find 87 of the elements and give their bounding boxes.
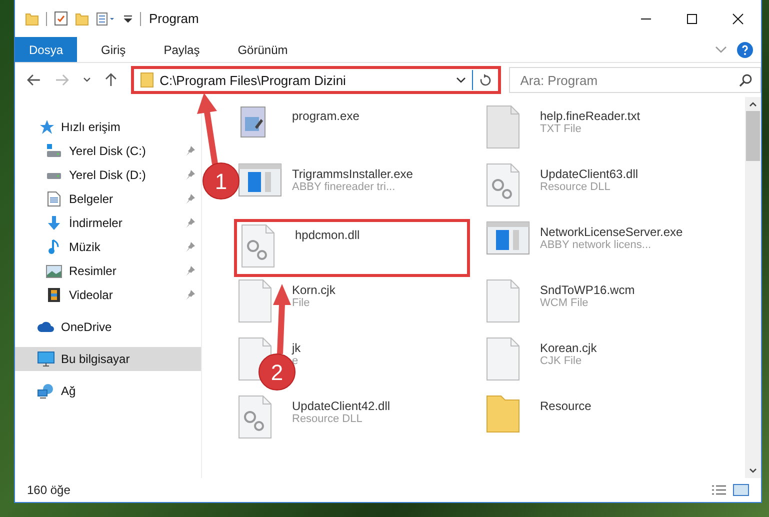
file-type: CJK File (540, 355, 583, 367)
file-type: TXT File (540, 123, 582, 135)
scroll-down-icon[interactable] (749, 468, 757, 474)
network-icon (37, 383, 55, 399)
scrollbar[interactable] (745, 97, 761, 478)
pin-icon[interactable] (185, 242, 195, 252)
file-type: ABBY finereader tri... (292, 181, 396, 193)
document-icon (47, 191, 61, 207)
search-field[interactable]: Ara: Program (509, 67, 761, 93)
drive-icon (46, 144, 62, 158)
minimize-icon (640, 18, 652, 20)
file-name[interactable]: NetworkLicenseServer.exe (540, 225, 683, 239)
file-type: ABBY network licens... (540, 239, 652, 251)
refresh-icon[interactable] (479, 74, 492, 86)
down-arrow-icon (47, 215, 61, 231)
file-type: File (292, 297, 311, 309)
large-icons-view-icon[interactable] (733, 484, 749, 496)
close-icon (732, 12, 744, 24)
picture-icon (46, 264, 62, 278)
window-icon[interactable] (238, 163, 282, 197)
scroll-thumb[interactable] (746, 111, 760, 161)
back-arrow-icon[interactable] (27, 74, 41, 86)
film-icon (47, 287, 61, 303)
item-count: 160 öğe (27, 483, 70, 497)
folder-icon[interactable] (486, 395, 520, 433)
file-name[interactable]: program.exe (292, 109, 360, 123)
file-name[interactable]: UpdateClient63.dll (540, 167, 638, 181)
file-type: e (292, 355, 300, 367)
sidebar-item[interactable]: Videolar (15, 283, 201, 307)
pin-icon[interactable] (185, 290, 195, 300)
properties-icon[interactable] (96, 12, 116, 26)
checklist-icon[interactable] (54, 11, 68, 26)
ribbon-tab[interactable]: Paylaş (150, 37, 214, 62)
application-icon[interactable] (238, 105, 268, 139)
file-name[interactable]: Korean.cjk (540, 341, 597, 355)
forward-arrow-icon[interactable] (54, 74, 69, 86)
window-title: Program (149, 11, 199, 26)
file-name[interactable]: jk (292, 341, 301, 355)
maximize-icon (686, 12, 698, 24)
chevron-down-icon[interactable] (82, 77, 91, 83)
gears-file-icon[interactable] (238, 395, 272, 439)
sidebar-item[interactable]: Ağ (15, 379, 201, 403)
file-name[interactable]: help.fineReader.txt (540, 109, 640, 123)
pin-icon[interactable] (185, 218, 195, 228)
cloud-icon (37, 321, 55, 333)
pin-icon[interactable] (185, 266, 195, 276)
drive-icon (46, 172, 62, 178)
numbered-callout: 1 (197, 93, 240, 200)
ribbon-tab[interactable]: Dosya (15, 37, 78, 62)
up-arrow-icon[interactable] (104, 73, 117, 87)
ribbon-tab[interactable]: Giriş (87, 37, 140, 62)
sidebar-item[interactable]: İndirmeler (15, 211, 201, 235)
details-view-icon[interactable] (711, 484, 727, 496)
window-icon[interactable] (486, 221, 530, 255)
file-type: Resource DLL (540, 181, 612, 193)
sidebar-item[interactable]: Bu bilgisayar (15, 347, 201, 371)
pin-icon[interactable] (185, 194, 195, 204)
file-name[interactable]: TrigrammsInstaller.exe (292, 167, 413, 181)
ribbon-tab[interactable]: Görünüm (224, 37, 302, 62)
customize-arrow-icon[interactable] (123, 14, 133, 24)
expand-ribbon-icon[interactable] (715, 46, 727, 54)
file-type: Resource DLL (292, 413, 364, 425)
sidebar-item[interactable]: OneDrive (15, 315, 201, 339)
file-name[interactable]: UpdateClient42.dll (292, 399, 390, 413)
pin-icon[interactable] (185, 146, 195, 156)
sidebar-item[interactable]: Müzik (15, 235, 201, 259)
sidebar-item[interactable]: Resimler (15, 259, 201, 283)
folder-icon[interactable] (25, 12, 39, 26)
text-file-icon[interactable] (486, 105, 520, 149)
gears-file-icon[interactable] (241, 224, 275, 268)
gears-file-icon[interactable] (486, 163, 520, 207)
monitor-icon (37, 351, 55, 367)
scroll-up-icon[interactable] (749, 101, 757, 107)
pin-icon[interactable] (185, 170, 195, 180)
address-bar[interactable]: C:\Program Files\Program Dizini (130, 66, 502, 94)
star-icon (38, 119, 54, 135)
file-name[interactable]: Korn.cjk (292, 283, 336, 297)
folder-icon[interactable] (75, 12, 89, 26)
chevron-down-icon[interactable] (456, 76, 466, 84)
file-name[interactable]: hpdcmon.dll (295, 228, 360, 242)
folder-icon (140, 72, 154, 88)
file-name[interactable]: Resource (540, 399, 592, 413)
search-icon (739, 74, 752, 86)
file-name[interactable]: SndToWP16.wcm (540, 283, 635, 297)
file-type: WCM File (540, 297, 590, 309)
help-icon[interactable] (737, 42, 753, 58)
music-note-icon (48, 239, 60, 255)
